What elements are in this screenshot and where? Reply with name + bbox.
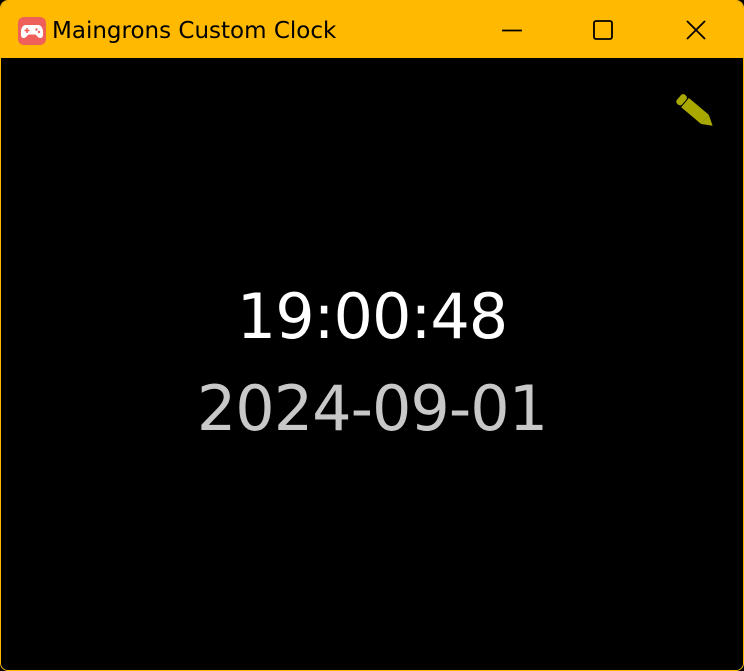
close-button[interactable] — [649, 1, 741, 58]
gamepad-icon — [18, 17, 46, 45]
window-title: Maingrons Custom Clock — [52, 18, 337, 44]
pencil-icon — [669, 94, 721, 140]
clock-date: 2024-09-01 — [196, 372, 548, 445]
edit-button[interactable] — [669, 86, 721, 136]
clock-time: 19:00:48 — [236, 280, 508, 353]
minimize-button[interactable] — [465, 1, 557, 58]
app-window: Maingrons Custom Clock 19:00:48 2024-09-… — [0, 0, 744, 671]
title-bar[interactable]: Maingrons Custom Clock — [1, 1, 743, 58]
clock-content: 19:00:48 2024-09-01 — [1, 58, 743, 670]
maximize-button[interactable] — [557, 1, 649, 58]
